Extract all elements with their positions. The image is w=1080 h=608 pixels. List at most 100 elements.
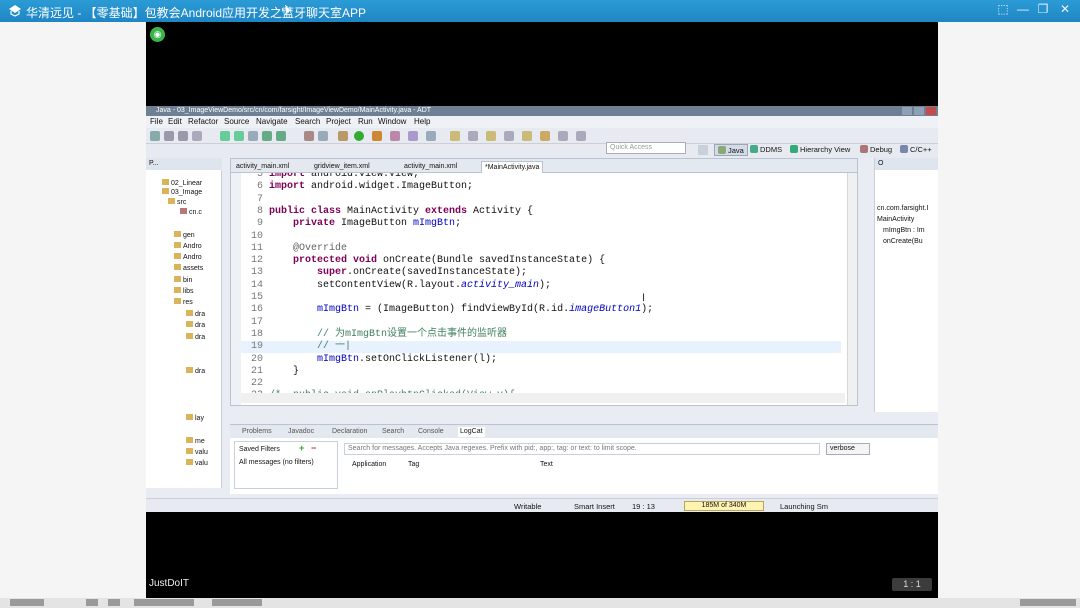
menu-refactor[interactable]: Refactor	[188, 117, 218, 126]
tree-node[interactable]: dra	[186, 367, 205, 376]
column-tag[interactable]: Tag	[408, 461, 419, 468]
logcat-search-input[interactable]: Search for messages. Accepts Java regexe…	[344, 443, 820, 455]
eclipse-close-button[interactable]	[926, 107, 936, 115]
annotation-icon[interactable]	[450, 131, 460, 141]
menu-edit[interactable]: Edit	[168, 117, 182, 126]
menu-navigate[interactable]: Navigate	[256, 117, 288, 126]
tree-node[interactable]: res	[174, 298, 193, 307]
editor-horizontal-scrollbar[interactable]	[241, 393, 845, 403]
tree-node[interactable]: gen	[174, 231, 195, 240]
outline-item[interactable]: onCreate(Bu	[883, 237, 923, 246]
menu-project[interactable]: Project	[326, 117, 351, 126]
tree-node[interactable]: src	[168, 198, 186, 207]
tree-node[interactable]: dra	[186, 333, 205, 342]
code-line[interactable]: 12 protected void onCreate(Bundle savedI…	[241, 255, 841, 267]
bottom-item[interactable]	[10, 599, 44, 606]
bottom-item[interactable]	[86, 599, 98, 606]
external-tools-icon[interactable]	[372, 131, 382, 141]
debug-icon[interactable]	[304, 131, 314, 141]
new-android-project-icon[interactable]	[262, 131, 272, 141]
code-line[interactable]: 17	[241, 317, 841, 329]
back-icon[interactable]	[504, 131, 514, 141]
restore-icon[interactable]: ⬚	[994, 2, 1012, 18]
tab-search[interactable]: Search	[382, 427, 404, 437]
new-icon[interactable]	[150, 131, 160, 141]
tree-node[interactable]: bin	[174, 276, 192, 285]
android-sdk-icon[interactable]	[220, 131, 230, 141]
new-xml-icon[interactable]	[276, 131, 286, 141]
bottom-item[interactable]	[1020, 599, 1076, 606]
tab-activity-main-xml-2[interactable]: activity_main.xml	[401, 161, 460, 173]
code-line[interactable]: 18 // 为mImgBtn设置一个点击事件的监听器	[241, 329, 841, 341]
tree-node[interactable]: cn.c	[180, 208, 202, 217]
bottom-item[interactable]	[134, 599, 194, 606]
tab-javadoc[interactable]: Javadoc	[288, 427, 314, 437]
code-line[interactable]: 8 public class MainActivity extends Activ…	[241, 206, 841, 218]
outline-tab[interactable]: O	[875, 158, 938, 170]
save-icon[interactable]	[164, 131, 174, 141]
code-line[interactable]: 7	[241, 194, 841, 206]
all-messages-filter[interactable]: All messages (no filters)	[239, 458, 314, 467]
tree-node[interactable]: valu	[186, 459, 208, 468]
column-application[interactable]: Application	[352, 461, 386, 468]
log-level-select[interactable]: verbose	[826, 443, 870, 455]
outline-item[interactable]: MainActivity	[877, 215, 914, 224]
next-annotation-icon[interactable]	[468, 131, 478, 141]
tree-node[interactable]: Andro	[174, 253, 202, 262]
open-perspective-icon[interactable]	[698, 145, 708, 155]
menu-source[interactable]: Source	[224, 117, 249, 126]
tab-gridview-item-xml[interactable]: gridview_item.xml	[311, 161, 373, 173]
code-line[interactable]: 14 setContentView(R.layout.activity_main…	[241, 280, 841, 292]
perspective-ddms[interactable]: DDMS	[750, 144, 782, 156]
tab-console[interactable]: Console	[418, 427, 444, 437]
perspective-hierarchy-view[interactable]: Hierarchy View	[790, 144, 850, 156]
code-line[interactable]: 13 super.onCreate(savedInstanceState);	[241, 267, 841, 279]
code-line[interactable]: 22	[241, 378, 841, 390]
code-line[interactable]: 20 mImgBtn.setOnClickListener(l);	[241, 354, 841, 366]
tree-node[interactable]: libs	[174, 287, 194, 296]
last-edit-icon[interactable]	[540, 131, 550, 141]
tree-node[interactable]: dra	[186, 321, 205, 330]
tab-activity-main-xml[interactable]: activity_main.xml	[233, 161, 292, 173]
menu-help[interactable]: Help	[414, 117, 430, 126]
close-button[interactable]: ✕	[1056, 2, 1074, 18]
editor-vertical-scrollbar[interactable]	[847, 173, 857, 405]
remove-filter-icon[interactable]: −	[311, 444, 316, 453]
menu-window[interactable]: Window	[378, 117, 406, 126]
print-icon[interactable]	[192, 131, 202, 141]
eclipse-minimize-button[interactable]	[902, 107, 912, 115]
column-text[interactable]: Text	[540, 461, 553, 468]
tree-node[interactable]: me	[186, 437, 205, 446]
prev-annotation-icon[interactable]	[486, 131, 496, 141]
bottom-item[interactable]	[108, 599, 120, 606]
nav-back-icon[interactable]	[558, 131, 568, 141]
memory-indicator[interactable]: 185M of 340M	[684, 501, 764, 511]
tree-node[interactable]: assets	[174, 264, 203, 273]
save-all-icon[interactable]	[178, 131, 188, 141]
tree-node[interactable]: Andro	[174, 242, 202, 251]
add-filter-icon[interactable]: +	[299, 444, 304, 453]
quick-access-input[interactable]: Quick Access	[606, 142, 686, 154]
avd-manager-icon[interactable]	[234, 131, 244, 141]
wrench-icon[interactable]	[318, 131, 328, 141]
bug-icon[interactable]	[338, 131, 348, 141]
tree-node[interactable]: dra	[186, 310, 205, 319]
perspective-debug[interactable]: Debug	[860, 144, 892, 156]
tree-node[interactable]: lay	[186, 414, 204, 423]
tab-problems[interactable]: Problems	[242, 427, 272, 437]
run-icon[interactable]	[354, 131, 364, 141]
open-type-icon[interactable]	[390, 131, 400, 141]
code-line[interactable]: 21 }	[241, 366, 841, 378]
tree-node[interactable]: 03_Image	[162, 188, 202, 197]
menu-search[interactable]: Search	[295, 117, 320, 126]
code-line[interactable]: 19 // 一|	[241, 341, 841, 354]
code-line[interactable]: 15	[241, 292, 841, 304]
menu-file[interactable]: File	[150, 117, 163, 126]
send-icon[interactable]: ✈	[281, 2, 293, 19]
lint-icon[interactable]	[248, 131, 258, 141]
code-line[interactable]: 9 private ImageButton mImgBtn;	[241, 218, 841, 230]
tree-node[interactable]: 02_Linear	[162, 179, 202, 188]
open-task-icon[interactable]	[408, 131, 418, 141]
tree-node[interactable]: valu	[186, 448, 208, 457]
outline-item[interactable]: mImgBtn : Im	[883, 226, 925, 235]
